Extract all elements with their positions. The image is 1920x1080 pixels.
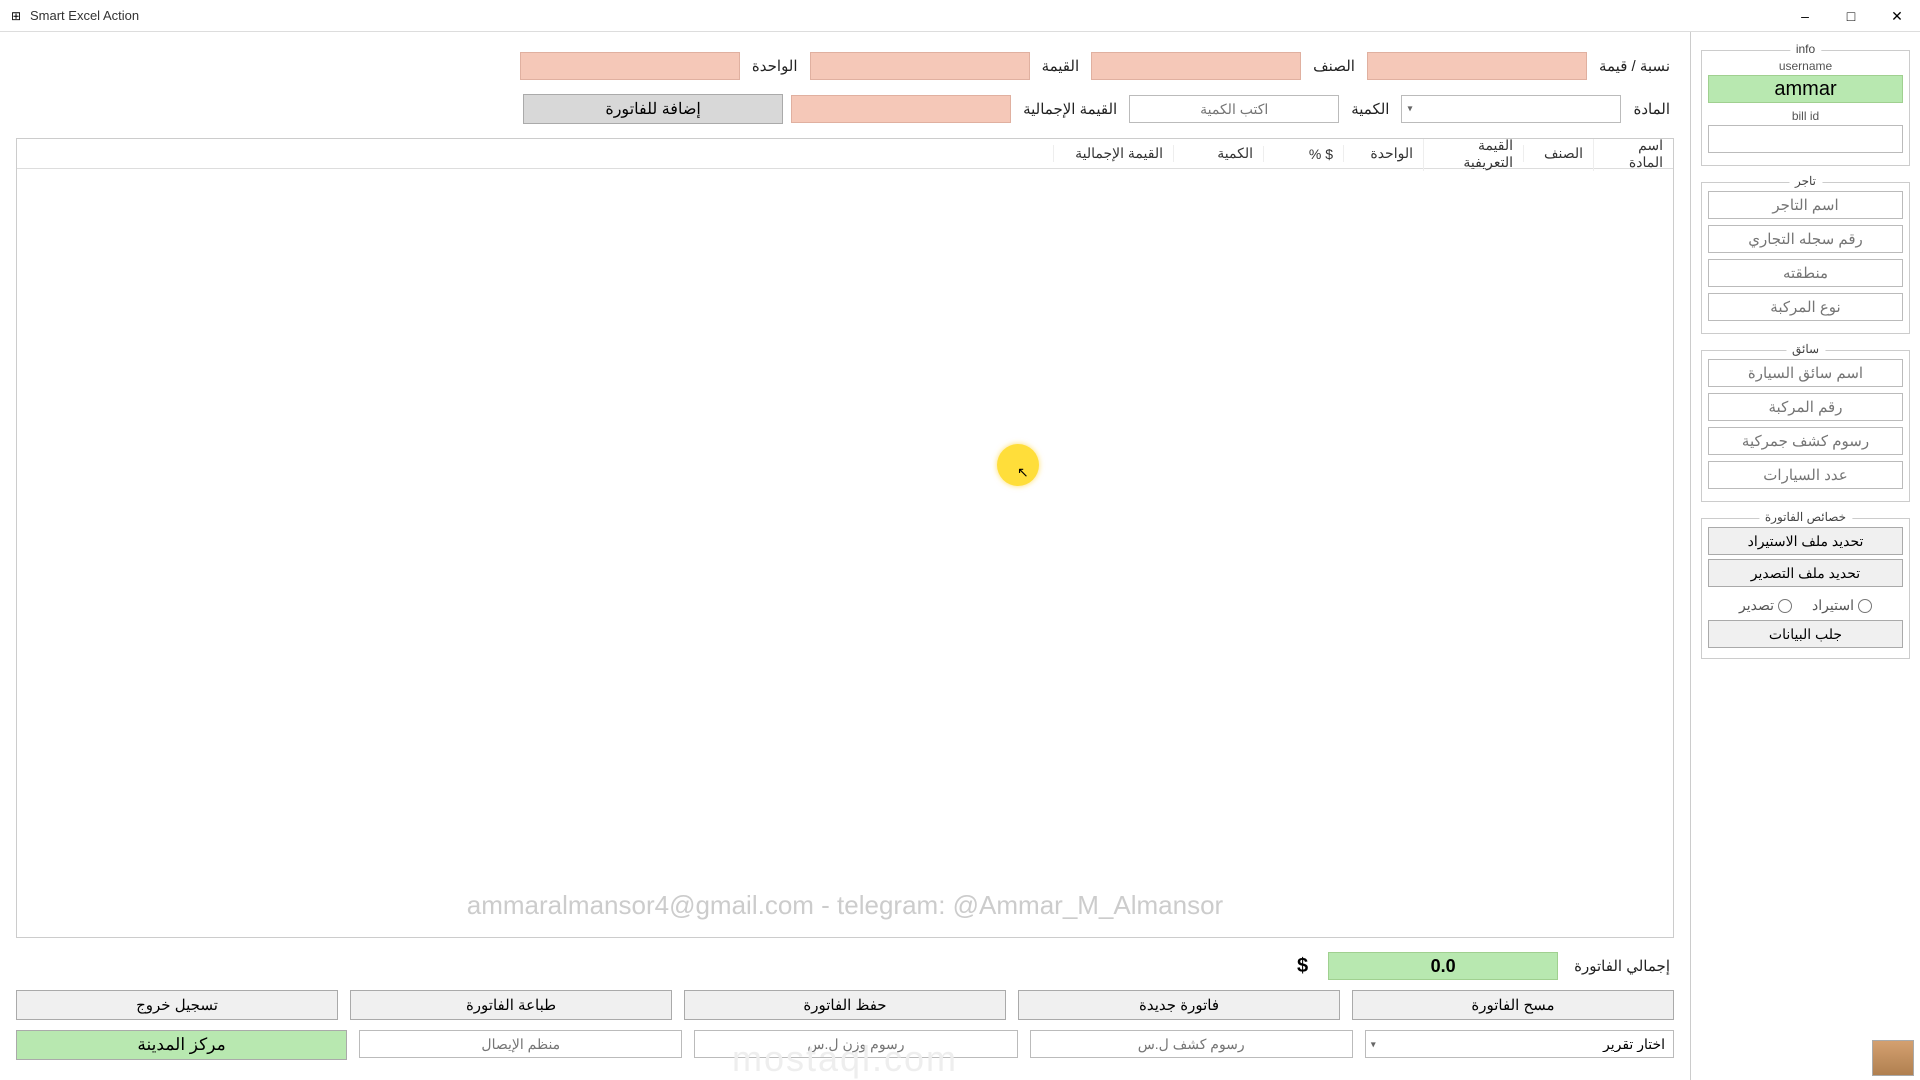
maximize-button[interactable]: □ — [1828, 0, 1874, 32]
ratio-value-label: نسبة / قيمة — [1595, 57, 1674, 75]
export-file-button[interactable]: تحديد ملف التصدير — [1708, 559, 1903, 587]
close-button[interactable]: ✕ — [1874, 0, 1920, 32]
contact-watermark: ammaralmansor4@gmail.com - telegram: @Am… — [17, 890, 1673, 921]
new-invoice-button[interactable]: فاتورة جديدة — [1018, 990, 1340, 1020]
invoice-total-value — [1328, 952, 1558, 980]
clear-invoice-button[interactable]: مسح الفاتورة — [1352, 990, 1674, 1020]
save-invoice-button[interactable]: حفظ الفاتورة — [684, 990, 1006, 1020]
ratio-value-input[interactable] — [1367, 52, 1587, 80]
vehicle-number-input[interactable] — [1708, 393, 1903, 421]
bill-id-label: bill id — [1708, 109, 1903, 123]
window-title: Smart Excel Action — [30, 8, 139, 23]
print-invoice-button[interactable]: طباعة الفاتورة — [350, 990, 672, 1020]
avatar — [1872, 1040, 1914, 1076]
import-file-button[interactable]: تحديد ملف الاستيراد — [1708, 527, 1903, 555]
class-input[interactable] — [1091, 52, 1301, 80]
currency-label: $ — [1289, 955, 1316, 978]
driver-legend: سائق — [1786, 342, 1825, 356]
col-dollar-pct: $ % — [1263, 146, 1343, 162]
username-label: username — [1708, 59, 1903, 73]
vehicle-type-input[interactable] — [1708, 293, 1903, 321]
driver-fieldset: سائق — [1701, 350, 1910, 502]
class-label: الصنف — [1309, 57, 1359, 75]
merchant-reg-input[interactable] — [1708, 225, 1903, 253]
col-class: الصنف — [1523, 145, 1593, 162]
info-legend: info — [1790, 42, 1821, 56]
username-field — [1708, 75, 1903, 103]
import-radio[interactable] — [1858, 599, 1872, 613]
export-radio-label[interactable]: تصدير — [1739, 597, 1792, 614]
merchant-legend: تاجر — [1789, 174, 1822, 188]
col-tariff-value: القيمة التعريفية — [1423, 138, 1523, 171]
customs-fees-side-input[interactable] — [1708, 427, 1903, 455]
info-fieldset: info username bill id — [1701, 50, 1910, 166]
app-icon: ⊞ — [8, 8, 24, 24]
col-quantity: الكمية — [1173, 145, 1263, 162]
add-to-invoice-button[interactable]: إضافة للفاتورة — [523, 94, 783, 124]
col-material-name: اسم المادة — [1593, 138, 1673, 171]
car-count-input[interactable] — [1708, 461, 1903, 489]
material-select[interactable] — [1401, 95, 1621, 123]
merchant-name-input[interactable] — [1708, 191, 1903, 219]
col-unit: الواحدة — [1343, 145, 1423, 162]
minimize-button[interactable]: – — [1782, 0, 1828, 32]
invoice-total-label: إجمالي الفاتورة — [1570, 957, 1674, 975]
merchant-fieldset: تاجر — [1701, 182, 1910, 334]
fetch-data-button[interactable]: جلب البيانات — [1708, 620, 1903, 648]
export-radio[interactable] — [1778, 599, 1792, 613]
invoice-props-legend: خصائص الفاتورة — [1759, 510, 1852, 524]
value-input[interactable] — [810, 52, 1030, 80]
material-label: المادة — [1629, 100, 1674, 118]
invoice-props-fieldset: خصائص الفاتورة تحديد ملف الاستيراد تحديد… — [1701, 518, 1910, 659]
bill-id-input[interactable] — [1708, 125, 1903, 153]
logout-button[interactable]: تسجيل خروج — [16, 990, 338, 1020]
choose-report-select[interactable]: اختار تقرير — [1365, 1030, 1674, 1058]
quantity-input[interactable] — [1129, 95, 1339, 123]
receipt-organizer-input[interactable] — [359, 1030, 682, 1058]
cursor-icon: ↖ — [1017, 464, 1029, 481]
import-radio-label[interactable]: استيراد — [1812, 597, 1872, 614]
driver-name-input[interactable] — [1708, 359, 1903, 387]
quantity-label: الكمية — [1347, 100, 1393, 118]
invoice-table: اسم المادة الصنف القيمة التعريفية الواحد… — [16, 138, 1674, 938]
value-label: القيمة — [1038, 57, 1084, 75]
window-titlebar: ⊞ Smart Excel Action – □ ✕ — [0, 0, 1920, 32]
unit-label: الواحدة — [748, 57, 802, 75]
merchant-region-input[interactable] — [1708, 259, 1903, 287]
total-value-label: القيمة الإجمالية — [1019, 100, 1121, 118]
weight-fees-input[interactable] — [694, 1030, 1017, 1058]
unit-input[interactable] — [520, 52, 740, 80]
customs-fees-input[interactable] — [1030, 1030, 1353, 1058]
total-value-input[interactable] — [791, 95, 1011, 123]
city-center-button[interactable]: مركز المدينة — [16, 1030, 347, 1060]
col-total-value: القيمة الإجمالية — [1053, 145, 1173, 162]
